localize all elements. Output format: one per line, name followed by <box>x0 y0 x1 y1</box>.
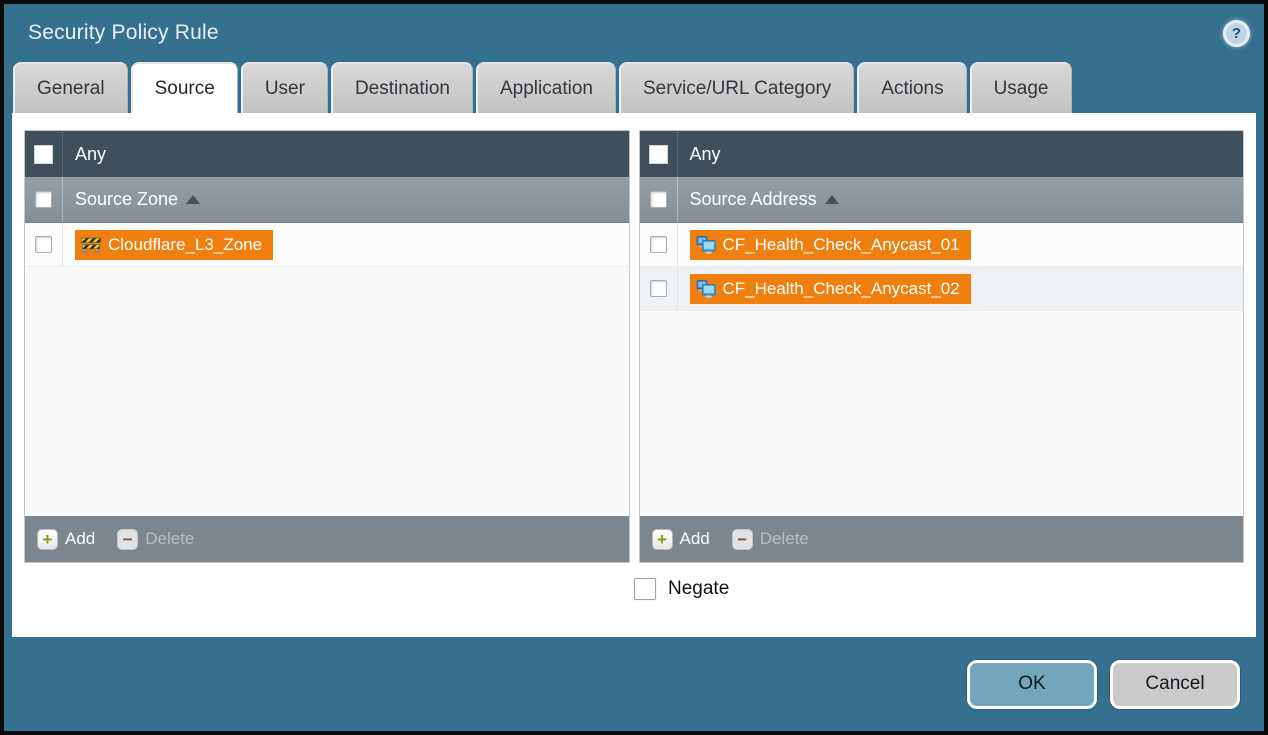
add-plus-icon: + <box>37 529 58 550</box>
zone-selectall-cell <box>25 177 63 222</box>
tab-destination[interactable]: Destination <box>331 62 473 113</box>
address-icon <box>696 280 716 298</box>
table-row: CF_Health_Check_Anycast_01 <box>640 223 1244 267</box>
tab-source[interactable]: Source <box>131 62 238 113</box>
address-any-checkbox[interactable] <box>649 145 668 164</box>
delete-label: Delete <box>145 529 194 549</box>
dialog-titlebar: Security Policy Rule ? <box>4 4 1264 62</box>
negate-spacer <box>24 578 634 600</box>
add-label: Add <box>680 529 710 549</box>
zone-icon <box>81 236 101 253</box>
add-label: Add <box>65 529 95 549</box>
row-checkbox-cell <box>25 223 63 266</box>
zone-column-label[interactable]: Source Zone <box>75 189 178 210</box>
zone-any-bar: Any <box>25 131 629 177</box>
negate-label: Negate <box>668 578 729 600</box>
tab-user[interactable]: User <box>241 62 328 113</box>
tab-general[interactable]: General <box>13 62 128 113</box>
address-column-header: Source Address <box>640 177 1244 223</box>
negate-container: Negate <box>634 578 1244 600</box>
negate-row: Negate <box>24 578 1244 600</box>
row-checkbox[interactable] <box>650 280 667 297</box>
zone-panel-footer: + Add − Delete <box>25 516 629 562</box>
address-chip[interactable]: CF_Health_Check_Anycast_01 <box>690 230 971 260</box>
dialog-title: Security Policy Rule <box>28 21 219 45</box>
zone-selectall-checkbox[interactable] <box>35 191 52 208</box>
source-tab-content: Any Source Zone <box>12 113 1256 637</box>
tab-application[interactable]: Application <box>476 62 616 113</box>
sort-ascending-icon[interactable] <box>825 195 839 204</box>
zone-delete-button[interactable]: − Delete <box>117 529 194 550</box>
zone-column-header: Source Zone <box>25 177 629 223</box>
address-any-label: Any <box>690 144 721 165</box>
zone-add-button[interactable]: + Add <box>37 529 95 550</box>
address-chip[interactable]: CF_Health_Check_Anycast_02 <box>690 274 971 304</box>
panels: Any Source Zone <box>24 130 1244 563</box>
row-checkbox-cell <box>640 223 678 266</box>
zone-chip[interactable]: Cloudflare_L3_Zone <box>75 230 273 260</box>
row-checkbox[interactable] <box>650 236 667 253</box>
zone-name: Cloudflare_L3_Zone <box>108 235 262 255</box>
delete-label: Delete <box>760 529 809 549</box>
address-delete-button[interactable]: − Delete <box>732 529 809 550</box>
zone-any-checkbox-cell <box>25 131 63 177</box>
sort-ascending-icon[interactable] <box>186 195 200 204</box>
address-add-button[interactable]: + Add <box>652 529 710 550</box>
address-selectall-checkbox[interactable] <box>650 191 667 208</box>
security-policy-rule-dialog: Security Policy Rule ? General Source Us… <box>0 0 1268 735</box>
row-checkbox[interactable] <box>35 236 52 253</box>
add-plus-icon: + <box>652 529 673 550</box>
source-zone-panel: Any Source Zone <box>24 130 630 563</box>
address-any-bar: Any <box>640 131 1244 177</box>
row-checkbox-cell <box>640 267 678 310</box>
address-any-checkbox-cell <box>640 131 678 177</box>
tab-service-url-category[interactable]: Service/URL Category <box>619 62 854 113</box>
address-icon <box>696 236 716 254</box>
address-selectall-cell <box>640 177 678 222</box>
address-name: CF_Health_Check_Anycast_02 <box>723 279 960 299</box>
tab-usage[interactable]: Usage <box>970 62 1072 113</box>
zone-any-checkbox[interactable] <box>34 145 53 164</box>
delete-minus-icon: − <box>117 529 138 550</box>
dialog-footer: OK Cancel <box>4 637 1264 731</box>
delete-minus-icon: − <box>732 529 753 550</box>
address-name: CF_Health_Check_Anycast_01 <box>723 235 960 255</box>
negate-checkbox[interactable] <box>634 578 656 600</box>
source-address-panel: Any Source Address <box>639 130 1245 563</box>
address-rows: CF_Health_Check_Anycast_01 <box>640 223 1244 516</box>
table-row: Cloudflare_L3_Zone <box>25 223 629 267</box>
help-icon[interactable]: ? <box>1223 20 1250 47</box>
table-row: CF_Health_Check_Anycast_02 <box>640 267 1244 311</box>
ok-button[interactable]: OK <box>967 660 1097 709</box>
tab-actions[interactable]: Actions <box>857 62 966 113</box>
cancel-button[interactable]: Cancel <box>1110 660 1240 709</box>
address-column-label[interactable]: Source Address <box>690 189 817 210</box>
zone-any-label: Any <box>75 144 106 165</box>
tab-bar: General Source User Destination Applicat… <box>4 62 1264 113</box>
zone-rows: Cloudflare_L3_Zone <box>25 223 629 516</box>
address-panel-footer: + Add − Delete <box>640 516 1244 562</box>
